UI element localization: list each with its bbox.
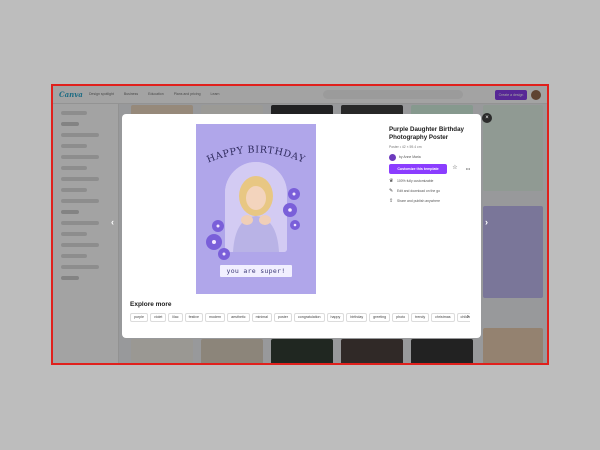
keyword-chip[interactable]: festive bbox=[184, 313, 203, 322]
keyword-chips: purple violet lilac festive modern aesthetic m… bbox=[130, 313, 470, 323]
feature-item: ⇪ Share and publish anywhere bbox=[389, 198, 479, 204]
template-details: Purple Daughter Birthday Photography Pos… bbox=[389, 126, 479, 204]
template-preview-image: HAPPY BIRTHDAY you are super! bbox=[196, 124, 316, 294]
screenshot-frame: Canva Design spotlight Business Educatio… bbox=[51, 84, 549, 365]
feature-text: 100% fully customizable bbox=[397, 179, 434, 183]
feature-text: Edit and download on the go bbox=[397, 189, 440, 193]
explore-more-heading: Explore more bbox=[130, 301, 172, 308]
keyword-chip[interactable]: happy bbox=[326, 313, 345, 322]
template-preview-modal: HAPPY BIRTHDAY you are super! Purple Dau… bbox=[122, 114, 481, 338]
keyword-chip[interactable]: greeting bbox=[369, 313, 391, 322]
keyword-chip[interactable]: violet bbox=[150, 313, 167, 322]
author-name[interactable]: by Anne Maria bbox=[399, 155, 421, 159]
keyword-chip[interactable]: minimal bbox=[251, 313, 272, 322]
template-size: Poster • 42 × 59.4 cm bbox=[389, 145, 422, 149]
child-photo bbox=[225, 162, 287, 252]
template-title: Purple Daughter Birthday Photography Pos… bbox=[389, 126, 464, 141]
feature-text: Share and publish anywhere bbox=[397, 199, 440, 203]
action-row: Customize this template ☆ ••• bbox=[389, 164, 479, 174]
previous-template-arrow[interactable]: ‹ bbox=[111, 217, 114, 227]
keyword-chip[interactable]: congratulation bbox=[293, 313, 325, 322]
author-row[interactable]: by Anne Maria bbox=[389, 153, 479, 161]
pencil-icon: ✎ bbox=[389, 188, 394, 194]
photo-arch bbox=[225, 162, 287, 252]
keyword-chip[interactable]: photo bbox=[392, 313, 410, 322]
next-template-arrow[interactable]: › bbox=[485, 217, 488, 227]
more-options-icon[interactable]: ••• bbox=[463, 164, 473, 174]
chevron-right-icon[interactable]: › bbox=[467, 314, 469, 320]
poster-tagline: you are super! bbox=[220, 265, 292, 277]
share-icon: ⇪ bbox=[389, 198, 394, 204]
feature-item: ✎ Edit and download on the go bbox=[389, 188, 479, 194]
keyword-chip[interactable]: modern bbox=[204, 313, 226, 322]
author-avatar bbox=[389, 153, 396, 161]
keyword-chip[interactable]: trendy bbox=[411, 313, 430, 322]
crown-icon: ♛ bbox=[389, 178, 394, 184]
feature-item: ♛ 100% fully customizable bbox=[389, 178, 479, 184]
customize-template-button[interactable]: Customize this template bbox=[389, 164, 447, 174]
keyword-chip[interactable]: birthday bbox=[346, 313, 368, 322]
keyword-chip[interactable]: aesthetic bbox=[227, 313, 250, 322]
keyword-chip[interactable]: christmas bbox=[431, 313, 455, 322]
keyword-chip[interactable]: poster bbox=[273, 313, 292, 322]
flower-decoration bbox=[206, 220, 230, 260]
close-icon[interactable]: × bbox=[482, 113, 492, 123]
star-icon[interactable]: ☆ bbox=[450, 164, 460, 174]
flower-decoration bbox=[283, 188, 300, 230]
keyword-chip[interactable]: purple bbox=[130, 313, 148, 322]
keyword-chip[interactable]: lilac bbox=[168, 313, 183, 322]
